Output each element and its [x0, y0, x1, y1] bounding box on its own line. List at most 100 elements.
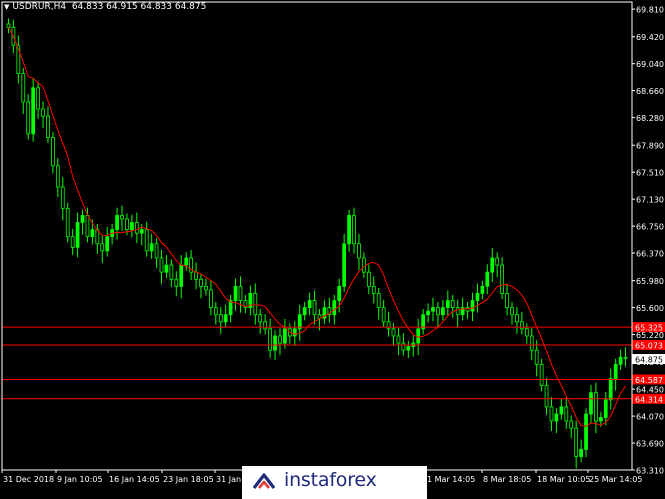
candle-body [144, 229, 149, 252]
y-tick-label: 65.600 [636, 304, 664, 313]
candle-body [342, 243, 347, 287]
x-tick-label: 9 Jan 10:05 [57, 475, 103, 484]
candle-body [154, 243, 159, 259]
candle-body [554, 413, 559, 422]
y-tick-label: 63.690 [636, 440, 664, 449]
candle-body [120, 215, 124, 220]
candle-body [510, 307, 514, 316]
y-tick-label: 67.510 [636, 169, 664, 178]
candle-body [431, 307, 435, 312]
candle-body [253, 293, 258, 316]
y-tick-label: 67.130 [636, 196, 664, 205]
candle-body [391, 328, 396, 337]
candle-body [515, 314, 519, 323]
candle-body [164, 264, 169, 273]
y-tick-label: 64.450 [636, 386, 664, 395]
candle-body [278, 335, 282, 344]
candle-body [283, 328, 287, 344]
candle-body [194, 271, 198, 280]
candle-body [371, 285, 376, 294]
candle-body [445, 300, 450, 309]
candle-body [406, 346, 411, 351]
price-chart[interactable]: 65.32565.07364.58764.314 69.81069.42069.… [0, 0, 665, 499]
candle-body [569, 420, 574, 429]
y-tick-label: 69.040 [636, 60, 664, 69]
candle-body [199, 278, 203, 287]
candle-body [6, 23, 11, 28]
candle-body [130, 222, 134, 231]
candle-body [485, 271, 490, 287]
candle-body [623, 356, 628, 360]
candle-body [21, 73, 26, 103]
candle-body [470, 300, 475, 312]
dropdown-arrow-icon[interactable]: ▼ [4, 3, 9, 11]
candle-body [534, 349, 539, 365]
candle-body [307, 300, 312, 309]
candle-body [584, 413, 588, 450]
candle-body [603, 399, 608, 418]
level-value: 64.587 [635, 376, 663, 385]
y-tick-label: 64.070 [636, 413, 664, 422]
candle-body [386, 321, 391, 330]
candle-body [273, 335, 277, 351]
candle-body [441, 307, 445, 316]
symbol-name: USDRUR,H4 [12, 2, 67, 12]
candle-body [292, 328, 297, 337]
candle-body [51, 137, 55, 167]
candle-body [529, 335, 534, 351]
candle-body [46, 115, 50, 138]
candle-body [238, 285, 243, 301]
y-tick-label: 66.370 [636, 250, 664, 259]
candle-body [332, 300, 337, 316]
candle-body [115, 215, 119, 231]
candle-body [519, 321, 524, 330]
candle-body [495, 257, 500, 266]
candle-body [41, 108, 45, 117]
candle-body [455, 307, 460, 316]
candle-body [544, 385, 549, 408]
x-tick-label: 18 Mar 10:05 [537, 475, 590, 484]
candle-body [100, 243, 105, 252]
candle-body [450, 300, 455, 309]
candle-body [559, 406, 564, 415]
candle-body [618, 356, 623, 365]
candle-body [75, 222, 80, 248]
candle-body [376, 293, 381, 309]
candle-body [208, 289, 213, 309]
candle-body [475, 293, 480, 301]
candle-body [312, 300, 317, 316]
candle-body [500, 264, 504, 294]
x-tick-label: 23 Jan 18:05 [163, 475, 214, 484]
candle-body [134, 222, 139, 234]
ohlc-values: 64.833 64.915 64.833 64.875 [71, 2, 207, 12]
candle-body [436, 307, 440, 316]
symbol-header: ▼ USDRUR,H4 64.833 64.915 64.833 64.875 [4, 2, 206, 12]
candle-body [396, 335, 401, 344]
candle-body [416, 328, 421, 344]
candle-body [85, 215, 90, 238]
candle-body [574, 427, 579, 457]
y-tick-label: 65.220 [636, 331, 664, 340]
candle-body [31, 87, 36, 135]
candle-body [608, 378, 613, 401]
candle-body [366, 271, 371, 287]
candle-body [65, 207, 70, 238]
x-tick-label: 25 Mar 14:05 [589, 475, 642, 484]
candle-body [60, 186, 65, 209]
y-tick-label: 65.980 [636, 277, 664, 286]
candle-body [426, 310, 430, 316]
candle-body [549, 406, 554, 422]
candle-body [36, 87, 40, 110]
current-price-value: 64.875 [635, 356, 663, 365]
candle-body [381, 307, 386, 323]
candle-body [480, 285, 485, 294]
brand-name: instaforex [284, 469, 377, 491]
candle-body [105, 236, 110, 252]
candle-body [26, 101, 31, 135]
candle-body [347, 215, 351, 245]
candle-body [233, 285, 238, 301]
candle-body [149, 243, 154, 252]
candle-body [70, 236, 75, 248]
candle-body [169, 264, 174, 280]
candle-body [213, 307, 218, 316]
